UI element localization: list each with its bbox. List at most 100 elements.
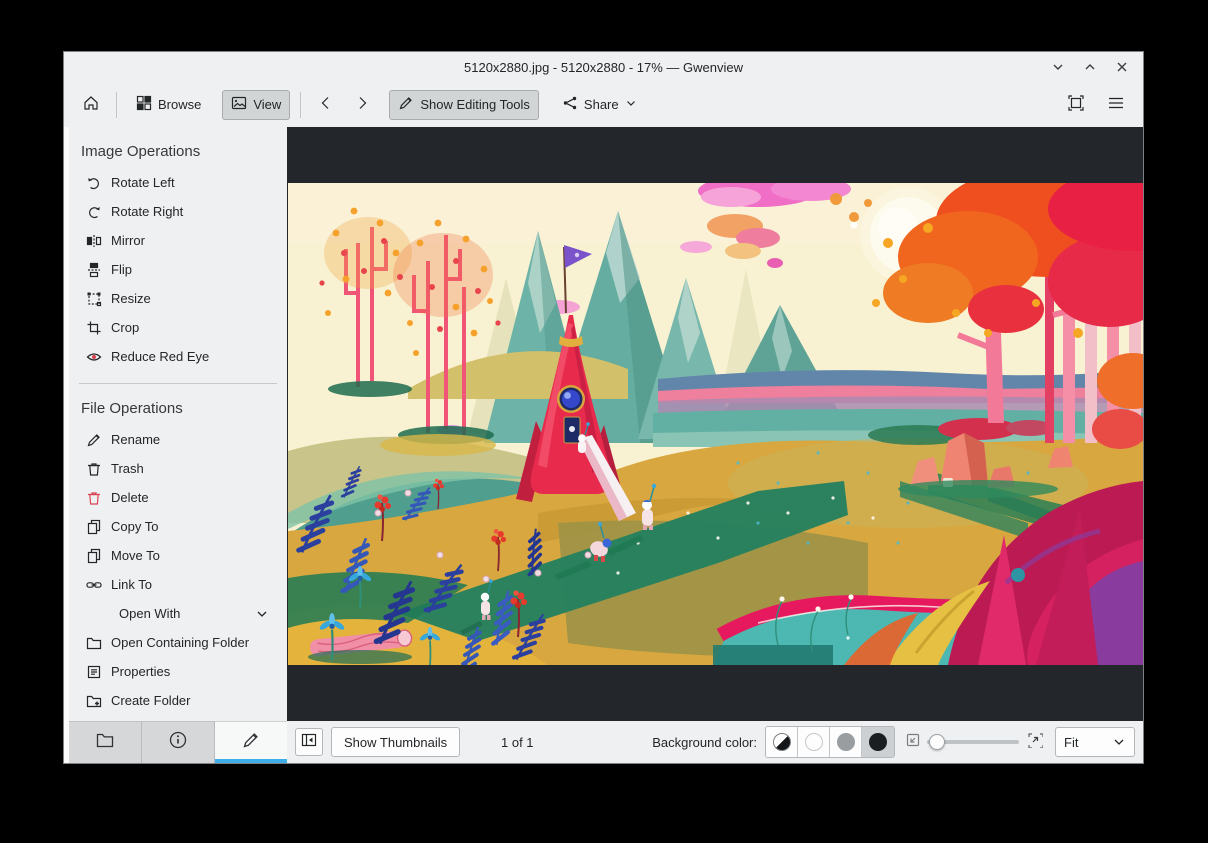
rotate-left-icon [85, 174, 103, 192]
pencil-icon [241, 730, 261, 755]
folder-new-icon [85, 692, 103, 710]
sidebar-separator [79, 383, 277, 384]
browse-grid-icon [136, 95, 152, 114]
section-header-image-operations: Image Operations [81, 143, 201, 160]
home-button[interactable] [76, 90, 106, 120]
hamburger-icon [1107, 94, 1125, 115]
resize-icon [85, 290, 103, 308]
toolbar-separator [300, 91, 302, 118]
flip-icon [85, 261, 103, 279]
share-icon [562, 95, 578, 114]
sidebar-item-open-containing-folder[interactable]: Open Containing Folder [69, 628, 287, 657]
view-button[interactable]: View [222, 89, 291, 120]
image-counter: 1 of 1 [501, 734, 534, 750]
sidebar-item-trash[interactable]: Trash [69, 454, 287, 483]
rename-pencil-icon [85, 431, 103, 449]
artwork-image [288, 183, 1143, 665]
chevron-left-icon [318, 95, 334, 114]
sidebar-item-move-to[interactable]: Move To [69, 541, 287, 570]
browse-label: Browse [158, 97, 202, 112]
browse-button[interactable]: Browse [127, 90, 210, 120]
share-button[interactable]: Share [553, 90, 646, 120]
toolbar-separator [116, 91, 117, 118]
sidebar-item-delete[interactable]: Delete [69, 483, 287, 512]
view-label: View [253, 97, 282, 112]
crop-icon [85, 319, 103, 337]
red-eye-icon [85, 348, 103, 366]
show-thumbnails-button[interactable]: Show Thumbnails [331, 727, 461, 757]
sidebar-item-properties[interactable]: Properties [69, 657, 287, 686]
sidebar-item-open-with[interactable]: Open With [69, 599, 287, 628]
folder-icon [85, 634, 103, 652]
show-thumbnails-label: Show Thumbnails [344, 734, 448, 750]
section-header-file-operations: File Operations [81, 400, 183, 417]
gwenview-window: 5120x2880.jpg - 5120x2880 - 17% — Gwenvi… [64, 52, 1143, 763]
folder-icon [95, 730, 115, 755]
titlebar[interactable]: 5120x2880.jpg - 5120x2880 - 17% — Gwenvi… [64, 52, 1143, 82]
gray-circle-icon [836, 733, 855, 751]
half-circle-icon [772, 733, 791, 751]
copy-icon [85, 518, 103, 536]
delete-icon [85, 489, 103, 507]
sidebar-item-mirror[interactable]: Mirror [69, 226, 287, 255]
link-icon [85, 576, 103, 594]
home-icon [82, 94, 100, 115]
chevron-down-icon [625, 97, 637, 112]
sidebar-item-rename[interactable]: Rename [69, 425, 287, 454]
main-toolbar: Browse View Show Editing Tools Share [64, 82, 1143, 127]
sidebar: Image Operations Rotate Left Rotate Righ… [64, 127, 287, 763]
sidebar-item-rotate-right[interactable]: Rotate Right [69, 197, 287, 226]
window-title: 5120x2880.jpg - 5120x2880 - 17% — Gwenvi… [464, 59, 743, 75]
bg-swatch-gray[interactable] [830, 727, 862, 757]
white-circle-icon [804, 733, 823, 751]
go-next-button[interactable] [347, 90, 377, 120]
pencil-icon [398, 95, 414, 114]
maximize-button[interactable] [1081, 58, 1099, 76]
image-viewer-canvas[interactable] [287, 127, 1143, 721]
zoom-mode-value: Fit [1064, 734, 1079, 750]
sidebar-item-rotate-left[interactable]: Rotate Left [69, 168, 287, 197]
bg-swatch-checkered[interactable] [766, 727, 798, 757]
bg-swatch-white[interactable] [798, 727, 830, 757]
trash-icon [85, 460, 103, 478]
chevron-down-icon [1114, 739, 1124, 745]
fit-window-button[interactable] [1061, 90, 1091, 120]
move-icon [85, 547, 103, 565]
properties-icon [85, 663, 103, 681]
background-color-swatches [765, 726, 895, 758]
share-label: Share [583, 97, 619, 112]
go-previous-button[interactable] [311, 90, 341, 120]
minimize-button[interactable] [1049, 58, 1067, 76]
sidebar-item-reduce-red-eye[interactable]: Reduce Red Eye [69, 342, 287, 371]
chevron-right-icon [354, 95, 370, 114]
toggle-sidebar-button[interactable] [295, 728, 323, 756]
sidebar-item-crop[interactable]: Crop [69, 313, 287, 342]
sidebar-collapse-icon [301, 732, 317, 753]
hamburger-menu-button[interactable] [1101, 90, 1131, 120]
tab-operations[interactable] [215, 721, 287, 763]
sidebar-item-link-to[interactable]: Link To [69, 570, 287, 599]
mirror-icon [85, 232, 103, 250]
show-editing-tools-button[interactable]: Show Editing Tools [389, 89, 539, 120]
sidebar-item-resize[interactable]: Resize [69, 284, 287, 313]
bg-swatch-black[interactable] [862, 727, 894, 757]
sidebar-tabbar [69, 721, 287, 763]
zoom-actual-size-icon[interactable] [1027, 732, 1044, 753]
background-color-label: Background color: [652, 734, 757, 750]
info-icon [168, 730, 188, 755]
sidebar-item-create-folder[interactable]: Create Folder [69, 686, 287, 715]
zoom-slider[interactable] [927, 732, 1019, 752]
close-button[interactable] [1113, 58, 1131, 76]
rotate-right-icon [85, 203, 103, 221]
zoom-fit-icon[interactable] [905, 732, 921, 753]
tab-information[interactable] [142, 721, 215, 763]
statusbar: Show Thumbnails 1 of 1 Background color: [287, 721, 1143, 763]
zoom-slider-thumb[interactable] [929, 734, 945, 750]
fullscreen-icon [1067, 94, 1085, 115]
sidebar-item-flip[interactable]: Flip [69, 255, 287, 284]
zoom-mode-combobox[interactable]: Fit [1055, 727, 1135, 757]
show-editing-tools-label: Show Editing Tools [420, 97, 530, 112]
chevron-down-icon [257, 611, 267, 617]
tab-folders[interactable] [69, 721, 142, 763]
sidebar-item-copy-to[interactable]: Copy To [69, 512, 287, 541]
